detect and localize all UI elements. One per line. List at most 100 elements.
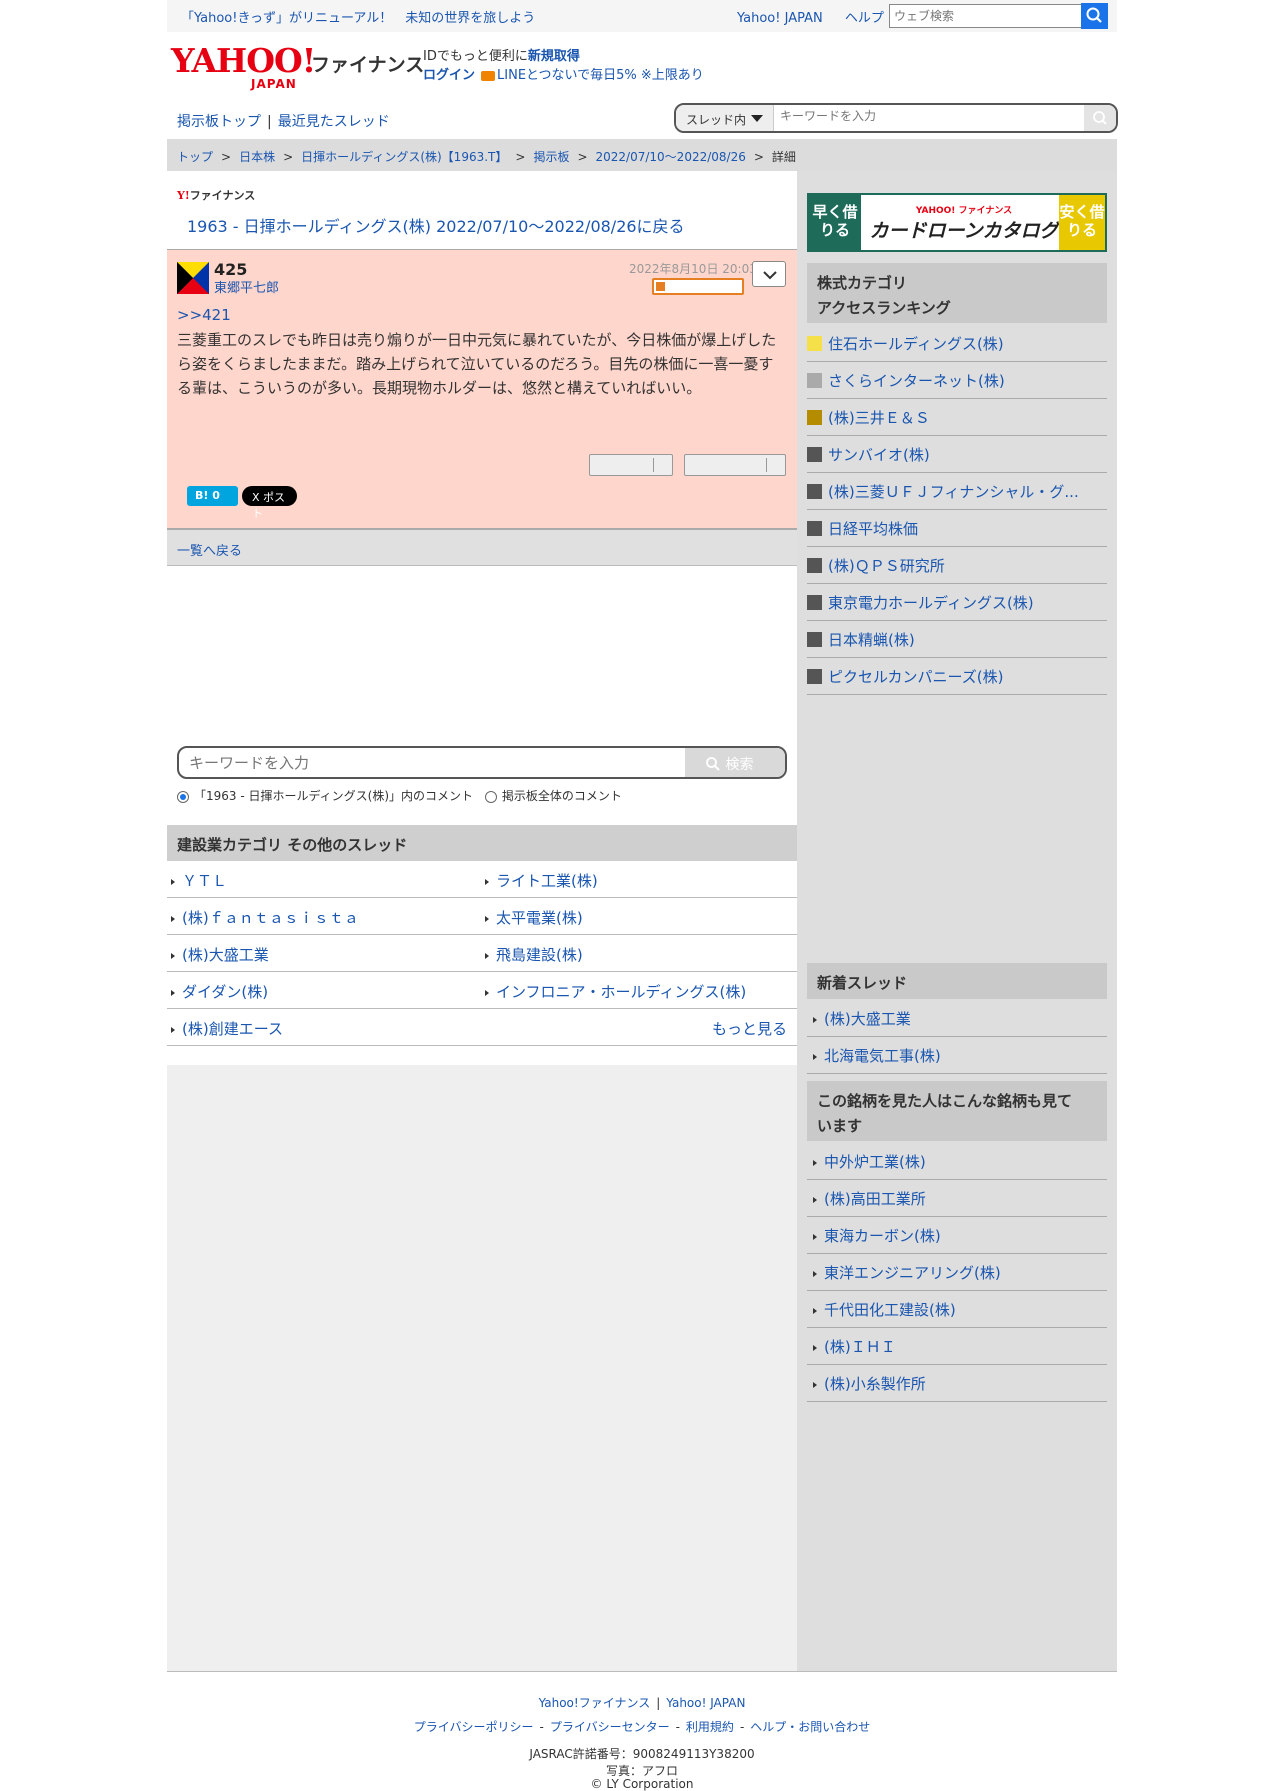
hatena-bookmark-button[interactable]: B! 0 (187, 486, 238, 506)
signup-link[interactable]: 新規取得 (528, 49, 580, 64)
breadcrumb-top[interactable]: トップ (177, 150, 213, 164)
id-promo-text: IDでもっと便利に (423, 49, 528, 64)
ranking-item[interactable]: サンバイオ(株) (807, 436, 1107, 473)
ranking-title-line1: 株式カテゴリ (817, 274, 908, 292)
ranking-item[interactable]: (株)三菱ＵＦＪフィナンシャル・グ... (807, 473, 1107, 510)
list-item[interactable]: 中外炉工業(株) (807, 1143, 1107, 1180)
list-item[interactable]: 東洋エンジニアリング(株) (807, 1254, 1107, 1291)
ranking-item[interactable]: 日経平均株価 (807, 510, 1107, 547)
search-icon (706, 757, 720, 771)
ranking-item[interactable]: 東京電力ホールディングス(株) (807, 584, 1107, 621)
ranking-item-label: ピクセルカンパニーズ(株) (828, 668, 1004, 686)
top-links: Yahoo! JAPAN ヘルプ (737, 7, 902, 26)
post-username[interactable]: 東郷平七郎 (214, 277, 279, 296)
list-item[interactable]: インフロニア・ホールディングス(株) (485, 981, 746, 1002)
bullet-icon (171, 878, 175, 885)
list-item-label: (株)大盛工業 (824, 1010, 911, 1028)
ranking-title-line2: アクセスランキング (817, 299, 951, 317)
post-body: 三菱重工のスレでも昨日は売り煽りが一日中元気に暴れていたが、今日株価が爆上げした… (177, 331, 777, 397)
recent-threads-link[interactable]: 最近見たスレッド (278, 114, 390, 130)
keyword-search-label: 検索 (725, 757, 754, 773)
breadcrumb: トップ > 日本株 > 日揮ホールディングス(株)【1963.T】 > 掲示板 >2022/0… (167, 139, 1117, 171)
terms-link[interactable]: 利用規約 (686, 1720, 734, 1734)
list-item[interactable]: (株)小糸製作所 (807, 1365, 1107, 1402)
reply-reference-link[interactable]: >>421 (177, 306, 231, 324)
ranking-item[interactable]: (株)三井Ｅ＆Ｓ (807, 399, 1107, 436)
radio-thread-comments[interactable]: 「1963 - 日揮ホールディングス(株)」内のコメント (177, 789, 473, 803)
post-menu-button[interactable] (752, 261, 786, 287)
list-item[interactable]: ダイダン(株) (171, 981, 268, 1002)
back-to-thread-link[interactable]: 1963 - 日揮ホールディングス(株) 2022/07/10〜2022/08/… (187, 213, 685, 237)
keyword-search-input[interactable] (189, 754, 669, 772)
logo-japan: JAPAN (251, 77, 297, 91)
breadcrumb-japan-stocks[interactable]: 日本株 (239, 150, 275, 164)
radio-unchecked[interactable] (484, 790, 497, 803)
rank-marker-icon (807, 447, 822, 462)
rank-marker-icon (807, 632, 822, 647)
list-item-label: 飛島建設(株) (496, 946, 583, 964)
keyword-search-button[interactable]: 検索 (685, 748, 785, 777)
list-item-label: (株)ＩＨＩ (824, 1338, 896, 1356)
banner-right-text: 安く借りる (1059, 195, 1105, 250)
avatar[interactable] (177, 262, 209, 294)
card-loan-banner[interactable]: 早く借りる YAHOO! ファイナンス カードローンカタログ 安く借りる (807, 193, 1107, 252)
ranking-item[interactable]: 日本精蝋(株) (807, 621, 1107, 658)
more-link[interactable]: もっと見る (712, 1018, 787, 1039)
rank-marker-icon (807, 373, 822, 388)
list-item[interactable]: (株)ＩＨＩ (807, 1328, 1107, 1365)
rank-marker-icon (807, 521, 822, 536)
list-item[interactable]: (株)大盛工業 (807, 1000, 1107, 1037)
radio-checked[interactable] (177, 790, 189, 803)
breadcrumb-period[interactable]: 2022/07/10〜2022/08/26 (596, 150, 746, 164)
web-search-input[interactable] (889, 4, 1084, 28)
rank-marker-icon (807, 558, 822, 573)
web-search-button[interactable] (1081, 3, 1108, 29)
list-item[interactable]: (株)ｆａｎｔａｓｉｓｔａ (171, 907, 359, 928)
list-item[interactable]: 東海カーボン(株) (807, 1217, 1107, 1254)
privacy-center-link[interactable]: プライバシーセンター (550, 1720, 670, 1734)
ranking-item[interactable]: 住石ホールディングス(株) (807, 325, 1107, 362)
breadcrumb-board[interactable]: 掲示板 (533, 150, 569, 164)
bullet-icon (171, 915, 175, 922)
ranking-item[interactable]: ピクセルカンパニーズ(株) (807, 658, 1107, 695)
thread-search-button[interactable] (1084, 105, 1116, 131)
login-link[interactable]: ログイン (423, 68, 475, 83)
radio-all-comments[interactable]: 掲示板全体のコメント (484, 789, 622, 803)
list-item[interactable]: (株)大盛工業 (171, 944, 269, 965)
list-item-label: (株)小糸製作所 (824, 1375, 926, 1393)
yahoo-japan-link[interactable]: Yahoo! JAPAN (737, 11, 823, 26)
footer-yahoo-link[interactable]: Yahoo! JAPAN (666, 1696, 745, 1710)
yahoo-finance-logo[interactable]: YAHOO! JAPAN ファイナンス (171, 44, 424, 91)
dislike-button[interactable] (684, 454, 786, 476)
bullet-icon (485, 989, 489, 996)
list-item[interactable]: 飛島建設(株) (485, 944, 583, 965)
kids-promo-link[interactable]: 「Yahoo!きっず」がリニューアル！ 未知の世界を旅しよう (181, 7, 535, 26)
ranking-item[interactable]: さくらインターネット(株) (807, 362, 1107, 399)
footer-help-link[interactable]: ヘルプ・お問い合わせ (750, 1720, 870, 1734)
banner-title: カードローンカタログ (869, 220, 1059, 242)
thread-search-input[interactable] (780, 109, 1080, 123)
sidebar: 早く借りる YAHOO! ファイナンス カードローンカタログ 安く借りる 株式カ… (797, 171, 1117, 1671)
board-top-link[interactable]: 掲示板トップ (177, 114, 261, 130)
list-item[interactable]: 北海電気工事(株) (807, 1037, 1107, 1074)
back-to-list-link[interactable]: 一覧へ戻る (167, 530, 797, 566)
category-title: 建設業カテゴリ その他のスレッド (167, 825, 797, 861)
list-item[interactable]: ライト工業(株) (485, 870, 598, 891)
rank-marker-icon (807, 595, 822, 610)
x-post-button[interactable]: X ポスト (242, 486, 297, 520)
radio-thread-label: 「1963 - 日揮ホールディングス(株)」内のコメント (194, 789, 474, 803)
list-item[interactable]: 千代田化工建設(株) (807, 1291, 1107, 1328)
like-button[interactable] (589, 454, 673, 476)
hatena-icon: B! (195, 489, 209, 502)
search-scope-select[interactable]: スレッド内 (676, 105, 774, 131)
list-item[interactable]: (株)創建エース (171, 1018, 283, 1039)
ranking-item[interactable]: (株)ＱＰＳ研究所 (807, 547, 1107, 584)
list-item[interactable]: 太平電業(株) (485, 907, 583, 928)
list-item[interactable]: (株)高田工業所 (807, 1180, 1107, 1217)
footer-finance-link[interactable]: Yahoo!ファイナンス (539, 1696, 651, 1710)
help-link[interactable]: ヘルプ (845, 11, 884, 26)
breadcrumb-company[interactable]: 日揮ホールディングス(株)【1963.T】 (301, 150, 507, 164)
privacy-policy-link[interactable]: プライバシーポリシー (414, 1720, 534, 1734)
line-promo-link[interactable]: LINEとつないで毎日5% ※上限あり (497, 68, 704, 83)
list-item[interactable]: ＹＴＬ (171, 870, 227, 891)
